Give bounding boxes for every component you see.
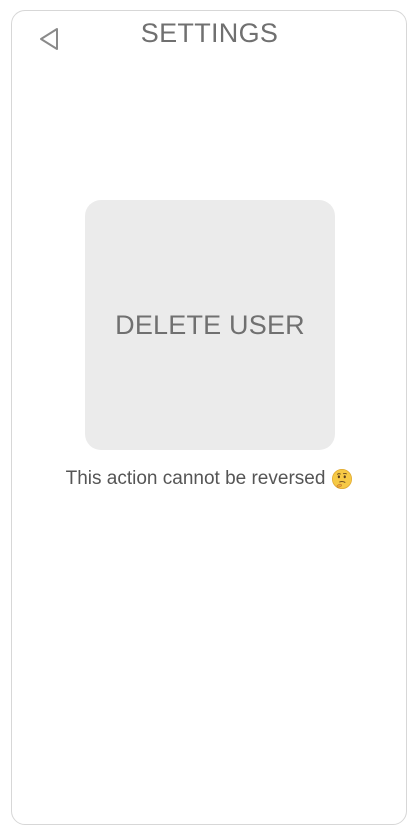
page-title: SETTINGS <box>140 18 279 48</box>
warning-message: This action cannot be reversed <box>0 468 419 490</box>
warning-text: This action cannot be reversed <box>65 468 326 489</box>
delete-user-button[interactable]: DELETE USER <box>85 200 335 450</box>
thinking-face-icon <box>332 469 353 489</box>
delete-user-label: DELETE USER <box>115 309 305 340</box>
